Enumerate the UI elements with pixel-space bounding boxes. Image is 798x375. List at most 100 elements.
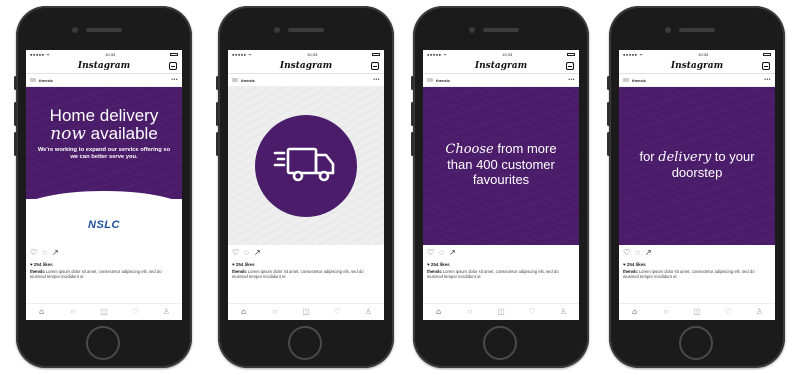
more-options-icon[interactable]: ••• — [568, 77, 575, 83]
share-icon[interactable]: ↗ — [52, 249, 59, 257]
camera-icon[interactable]: ◫ — [97, 308, 111, 316]
home-button[interactable] — [483, 326, 517, 360]
more-options-icon[interactable]: ••• — [373, 77, 380, 83]
inbox-icon[interactable] — [762, 62, 770, 70]
share-icon[interactable]: ↗ — [645, 249, 652, 257]
comment-icon[interactable]: ◌ — [244, 249, 249, 257]
inbox-icon[interactable] — [169, 62, 177, 70]
caption-username[interactable]: thenslc — [427, 269, 442, 274]
volume-up-button — [216, 102, 219, 126]
activity-heart-icon[interactable]: ♡ — [721, 308, 735, 316]
message-rest: to your — [711, 149, 755, 164]
status-bar: ●●●●● ᯤ 10:33 — [619, 50, 775, 59]
status-bar: ●●●●● ᯤ 10:33 — [26, 50, 182, 59]
volume-up-button — [607, 102, 610, 126]
profile-icon[interactable]: ♙ — [556, 308, 570, 316]
front-camera — [274, 27, 280, 33]
search-icon[interactable]: ○ — [66, 308, 80, 316]
search-icon[interactable]: ○ — [268, 308, 282, 316]
share-icon[interactable]: ↗ — [449, 249, 456, 257]
avatar[interactable] — [232, 78, 238, 82]
more-options-icon[interactable]: ••• — [171, 77, 178, 83]
truck-badge — [255, 115, 357, 217]
profile-icon[interactable]: ♙ — [361, 308, 375, 316]
inbox-icon[interactable] — [371, 62, 379, 70]
tab-bar: ⌂ ○ ◫ ♡ ♙ — [619, 303, 775, 320]
comment-icon[interactable]: ◌ — [42, 249, 47, 257]
caption-username[interactable]: thenslc — [232, 269, 247, 274]
likes-count[interactable]: ♥ 254 likes — [228, 261, 384, 269]
more-options-icon[interactable]: ••• — [764, 77, 771, 83]
home-button[interactable] — [288, 326, 322, 360]
home-icon[interactable]: ⌂ — [628, 308, 642, 316]
home-icon[interactable]: ⌂ — [237, 308, 251, 316]
headline-line-2: now available — [26, 125, 182, 144]
share-icon[interactable]: ↗ — [254, 249, 261, 257]
post-username[interactable]: thenslc — [39, 78, 53, 83]
post-actions: ♡ ◌ ↗ — [423, 245, 579, 261]
post-image[interactable]: Home delivery now available We're workin… — [26, 87, 182, 245]
home-icon[interactable]: ⌂ — [35, 308, 49, 316]
profile-icon[interactable]: ♙ — [752, 308, 766, 316]
phone-2: ●●●●● ᯤ 10:33 Instagram thenslc ••• ♡ ◌ … — [216, 6, 394, 368]
activity-heart-icon[interactable]: ♡ — [128, 308, 142, 316]
caption-username[interactable]: thenslc — [623, 269, 638, 274]
tab-bar: ⌂ ○ ◫ ♡ ♙ — [228, 303, 384, 320]
post-header: thenslc ••• — [228, 74, 384, 87]
caption: thenslc Lorem ipsum dolor sit amet, cons… — [26, 269, 182, 280]
likes-count[interactable]: ♥ 254 likes — [26, 261, 182, 269]
delivery-truck-icon — [273, 147, 335, 182]
message-rest: from more — [493, 141, 557, 156]
status-time: 10:33 — [502, 52, 513, 57]
post-image[interactable]: Choose from more than 400 customer favou… — [423, 87, 579, 245]
post-username[interactable]: thenslc — [436, 78, 450, 83]
home-button[interactable] — [86, 326, 120, 360]
comment-icon[interactable]: ◌ — [635, 249, 640, 257]
earpiece-speaker — [679, 28, 715, 32]
caption-username[interactable]: thenslc — [30, 269, 45, 274]
likes-count[interactable]: ♥ 254 likes — [423, 261, 579, 269]
post-username[interactable]: thenslc — [632, 78, 646, 83]
profile-icon[interactable]: ♙ — [159, 308, 173, 316]
search-icon[interactable]: ○ — [463, 308, 477, 316]
comment-icon[interactable]: ◌ — [439, 249, 444, 257]
heart-icon[interactable]: ♡ — [30, 249, 37, 257]
inbox-icon[interactable] — [566, 62, 574, 70]
front-camera — [72, 27, 78, 33]
post-image[interactable]: for delivery to your doorstep — [619, 87, 775, 245]
home-button[interactable] — [679, 326, 713, 360]
screen: ●●●●● ᯤ 10:33 Instagram thenslc ••• ♡ ◌ … — [228, 50, 384, 320]
caption-text: Lorem ipsum dolor sit amet, consectetur … — [232, 269, 364, 280]
tab-bar: ⌂ ○ ◫ ♡ ♙ — [423, 303, 579, 320]
heart-icon[interactable]: ♡ — [232, 249, 239, 257]
heart-icon[interactable]: ♡ — [623, 249, 630, 257]
avatar[interactable] — [30, 78, 36, 82]
signal-indicator: ●●●●● ᯤ — [623, 51, 644, 57]
phone-3: ●●●●● ᯤ 10:33 Instagram thenslc ••• Choo… — [411, 6, 589, 368]
instagram-logo: Instagram — [77, 61, 131, 71]
post-actions: ♡ ◌ ↗ — [619, 245, 775, 261]
screen: ●●●●● ᯤ 10:33 Instagram thenslc ••• Home… — [26, 50, 182, 320]
likes-count[interactable]: ♥ 254 likes — [619, 261, 775, 269]
avatar[interactable] — [623, 78, 629, 82]
message-line-3: favourites — [472, 172, 530, 187]
post-actions: ♡ ◌ ↗ — [228, 245, 384, 261]
camera-icon[interactable]: ◫ — [299, 308, 313, 316]
post-header: thenslc ••• — [423, 74, 579, 87]
message-line-2: doorstep — [671, 165, 723, 180]
heart-icon[interactable]: ♡ — [427, 249, 434, 257]
camera-icon[interactable]: ◫ — [494, 308, 508, 316]
post-image[interactable] — [228, 87, 384, 245]
post-header: thenslc ••• — [26, 74, 182, 87]
avatar[interactable] — [427, 78, 433, 82]
status-time: 10:33 — [307, 52, 318, 57]
camera-icon[interactable]: ◫ — [690, 308, 704, 316]
search-icon[interactable]: ○ — [659, 308, 673, 316]
post-username[interactable]: thenslc — [241, 78, 255, 83]
activity-heart-icon[interactable]: ♡ — [330, 308, 344, 316]
screen: ●●●●● ᯤ 10:33 Instagram thenslc ••• Choo… — [423, 50, 579, 320]
activity-heart-icon[interactable]: ♡ — [525, 308, 539, 316]
home-icon[interactable]: ⌂ — [432, 308, 446, 316]
subheadline: We're working to expand our service offe… — [37, 147, 171, 160]
battery-icon — [762, 53, 771, 56]
